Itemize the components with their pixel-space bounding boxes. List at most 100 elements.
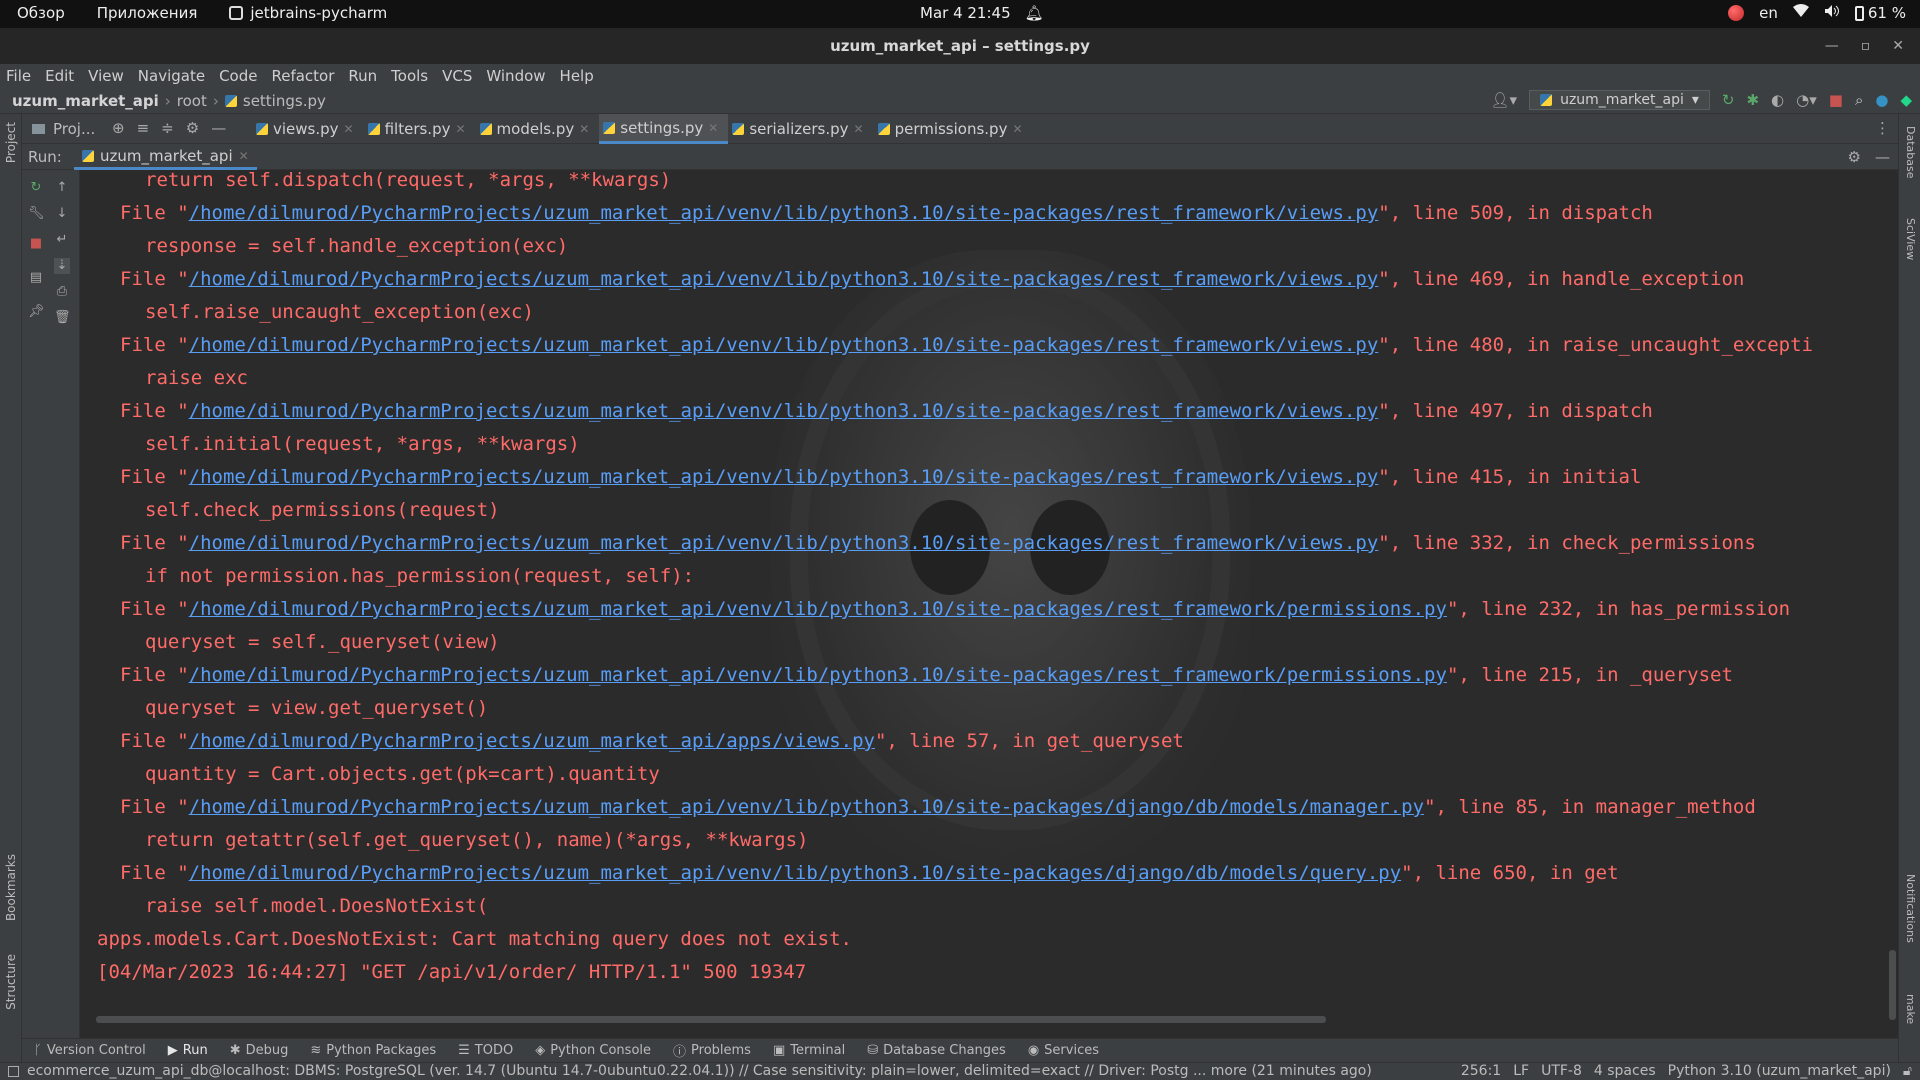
tool-terminal[interactable]: ▣ Terminal [773, 1043, 845, 1058]
menu-tools[interactable]: Tools [391, 67, 428, 85]
horizontal-scrollbar[interactable] [96, 1016, 1326, 1023]
maximize-icon[interactable]: ▫ [1861, 28, 1871, 64]
tool-python-packages[interactable]: ≋ Python Packages [310, 1043, 436, 1058]
coverage-icon[interactable]: ◐ [1771, 91, 1784, 109]
active-app-indicator[interactable]: jetbrains-pycharm [229, 4, 387, 22]
tool-problems[interactable]: ⓘ Problems [673, 1041, 751, 1060]
user-icon[interactable]: 👤︎▾ [1491, 91, 1518, 109]
database-tool-button[interactable]: Database [1904, 126, 1917, 179]
soft-wrap-icon[interactable]: ↵ [54, 232, 70, 248]
battery-indicator[interactable]: 61 % [1854, 4, 1906, 22]
hide-icon[interactable]: — [211, 119, 226, 137]
vertical-scrollbar[interactable] [1889, 950, 1896, 1020]
bookmarks-tool-button[interactable]: Bookmarks [4, 854, 18, 921]
tool-services[interactable]: ◉ Services [1028, 1043, 1099, 1058]
rerun-icon[interactable]: ↻ [1722, 91, 1735, 109]
arrow-down-icon[interactable]: ↓ [54, 206, 70, 222]
close-tab-icon[interactable]: ✕ [1012, 122, 1022, 136]
tool-todo[interactable]: ☰ TODO [458, 1043, 513, 1058]
breadcrumb-folder[interactable]: root [177, 92, 207, 110]
menu-code[interactable]: Code [219, 67, 257, 85]
tool-database-changes[interactable]: ⛁ Database Changes [867, 1043, 1006, 1058]
tab-permissions-py[interactable]: permissions.py ✕ [874, 114, 1033, 144]
tab-serializers-py[interactable]: serializers.py ✕ [728, 114, 873, 144]
file-path-link[interactable]: /home/dilmurod/PycharmProjects/uzum_mark… [189, 203, 1379, 224]
expand-all-icon[interactable]: ≡ [137, 119, 150, 137]
tab-settings-py[interactable]: settings.py ✕ [599, 114, 729, 144]
rerun-icon[interactable]: ↻ [28, 180, 44, 196]
file-path-link[interactable]: /home/dilmurod/PycharmProjects/uzum_mark… [189, 335, 1379, 356]
lock-icon[interactable]: 🔓︎ [1903, 1063, 1912, 1079]
arrow-up-icon[interactable]: ↑ [54, 180, 70, 196]
file-path-link[interactable]: /home/dilmurod/PycharmProjects/uzum_mark… [189, 533, 1379, 554]
minimize-icon[interactable]: — [1825, 28, 1839, 64]
more-options-icon[interactable]: ⋮ [1875, 119, 1890, 137]
status-panel-icon[interactable] [8, 1065, 19, 1077]
jetbrains-icon[interactable]: ◆ [1900, 91, 1912, 109]
file-path-link[interactable]: /home/dilmurod/PycharmProjects/uzum_mark… [189, 401, 1379, 422]
stop-icon[interactable]: ■ [1829, 91, 1843, 109]
project-tool-window-header[interactable]: Proj... [32, 120, 95, 138]
python-interpreter[interactable]: Python 3.10 (uzum_market_api) [1668, 1063, 1891, 1079]
clock[interactable]: Mar 4 21:45 🔔︎ [920, 4, 1044, 22]
file-path-link[interactable]: /home/dilmurod/PycharmProjects/uzum_mark… [189, 269, 1379, 290]
notifications-tool-button[interactable]: Notifications [1904, 874, 1917, 943]
gear-icon[interactable]: ⚙ [186, 119, 199, 137]
applications-button[interactable]: Приложения [97, 4, 198, 22]
tab-filters-py[interactable]: filters.py ✕ [364, 114, 476, 144]
file-path-link[interactable]: /home/dilmurod/PycharmProjects/uzum_mark… [189, 863, 1402, 884]
menu-view[interactable]: View [88, 67, 124, 85]
file-encoding[interactable]: UTF-8 [1541, 1063, 1582, 1079]
close-tab-icon[interactable]: ✕ [579, 122, 589, 136]
file-path-link[interactable]: /home/dilmurod/PycharmProjects/uzum_mark… [189, 797, 1424, 818]
tab-views-py[interactable]: views.py ✕ [252, 114, 364, 144]
language-indicator[interactable]: en [1759, 4, 1778, 22]
overview-button[interactable]: Обзор [17, 4, 65, 22]
menu-refactor[interactable]: Refactor [271, 67, 334, 85]
search-icon[interactable]: ⌕ [1855, 91, 1863, 109]
print-icon[interactable]: ⎙ [54, 284, 70, 300]
indent-setting[interactable]: 4 spaces [1594, 1063, 1656, 1079]
menu-file[interactable]: File [6, 67, 31, 85]
menu-window[interactable]: Window [486, 67, 545, 85]
profile-icon[interactable]: ◔▾ [1796, 91, 1817, 109]
gear-icon[interactable]: ⚙ [1848, 148, 1861, 166]
breadcrumb-project[interactable]: uzum_market_api [12, 92, 159, 110]
close-tab-icon[interactable]: ✕ [239, 149, 249, 163]
scroll-to-end-icon[interactable]: ⇣ [54, 258, 70, 274]
run-configuration-selector[interactable]: uzum_market_api ▾ [1529, 90, 1710, 110]
structure-tool-button[interactable]: Structure [4, 954, 18, 1010]
make-tool-button[interactable]: make [1904, 994, 1917, 1024]
file-path-link[interactable]: /home/dilmurod/PycharmProjects/uzum_mark… [189, 665, 1447, 686]
sciview-tool-button[interactable]: SciView [1904, 218, 1917, 260]
run-tab[interactable]: uzum_market_api ✕ [74, 144, 257, 170]
layout-icon[interactable]: ▤ [28, 270, 44, 286]
status-message[interactable]: ecommerce_uzum_api_db@localhost: DBMS: P… [27, 1063, 1372, 1079]
chrome-icon[interactable] [1728, 5, 1745, 21]
stop-icon[interactable]: ■ [28, 236, 44, 252]
tool-run[interactable]: ▶ Run [168, 1043, 208, 1058]
locate-icon[interactable]: ⊕ [112, 119, 125, 137]
menu-vcs[interactable]: VCS [442, 67, 472, 85]
tool-version-control[interactable]: ᚴ Version Control [34, 1043, 146, 1058]
hide-icon[interactable]: — [1875, 148, 1890, 166]
collapse-all-icon[interactable]: ≑ [161, 119, 174, 137]
project-tool-button[interactable]: Project [4, 122, 18, 163]
volume-icon[interactable] [1824, 4, 1840, 22]
close-tab-icon[interactable]: ✕ [455, 122, 465, 136]
breadcrumb-file[interactable]: settings.py [243, 92, 326, 110]
menu-edit[interactable]: Edit [45, 67, 74, 85]
file-path-link[interactable]: /home/dilmurod/PycharmProjects/uzum_mark… [189, 599, 1447, 620]
update-icon[interactable]: ● [1875, 91, 1888, 109]
close-tab-icon[interactable]: ✕ [854, 122, 864, 136]
tool-python-console[interactable]: ◈ Python Console [535, 1043, 651, 1058]
line-separator[interactable]: LF [1513, 1063, 1529, 1079]
tab-models-py[interactable]: models.py ✕ [476, 114, 600, 144]
file-path-link[interactable]: /home/dilmurod/PycharmProjects/uzum_mark… [189, 467, 1379, 488]
tool-debug[interactable]: ✱ Debug [230, 1043, 289, 1058]
debug-icon[interactable]: ✱ [1746, 91, 1759, 109]
wifi-icon[interactable] [1792, 4, 1809, 22]
menu-run[interactable]: Run [348, 67, 377, 85]
pin-icon[interactable]: 📌︎ [28, 304, 45, 320]
trash-icon[interactable]: 🗑︎ [54, 310, 71, 326]
